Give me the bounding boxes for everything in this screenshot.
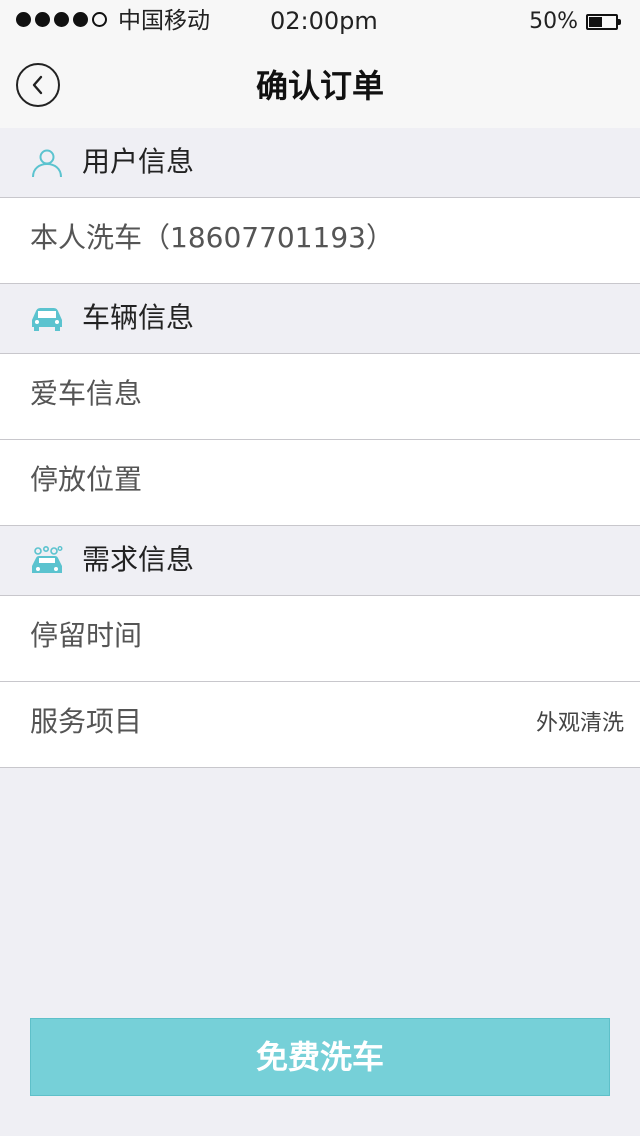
signal-strength-indicator xyxy=(16,12,107,27)
signal-dot xyxy=(16,12,31,27)
free-wash-button[interactable]: 免费洗车 xyxy=(30,1018,610,1096)
car-info-row[interactable]: 爱车信息 xyxy=(0,354,640,440)
row-label: 爱车信息 xyxy=(30,377,143,410)
user-contact-row[interactable]: 本人洗车（18607701193） xyxy=(0,198,640,284)
battery-tip xyxy=(618,19,621,25)
navigation-bar: 确认订单 xyxy=(0,44,640,128)
section-title: 用户信息 xyxy=(82,145,195,178)
row-label: 停放位置 xyxy=(30,463,143,496)
section-title: 需求信息 xyxy=(82,543,195,576)
row-label: 本人洗车（18607701193） xyxy=(30,221,394,254)
signal-dot xyxy=(92,12,107,27)
status-bar: 中国移动 02:00pm 50% xyxy=(0,0,640,44)
signal-dot xyxy=(54,12,69,27)
parking-location-row[interactable]: 停放位置 xyxy=(0,440,640,526)
page-title: 确认订单 xyxy=(255,67,384,105)
car-icon xyxy=(30,304,64,334)
stay-time-row[interactable]: 停留时间 xyxy=(0,596,640,682)
section-title: 车辆信息 xyxy=(82,301,195,334)
battery-icon xyxy=(586,14,621,30)
signal-dot xyxy=(73,12,88,27)
battery-level xyxy=(589,17,602,27)
service-item-row[interactable]: 服务项目 外观清洗 xyxy=(0,682,640,768)
signal-dot xyxy=(35,12,50,27)
order-form: 用户信息 本人洗车（18607701193） 车辆信息 爱车信息 停放位置 需求… xyxy=(0,128,640,768)
battery-percentage: 50% xyxy=(529,9,578,34)
status-time: 02:00pm xyxy=(270,7,378,35)
section-header-requirement: 需求信息 xyxy=(0,526,640,596)
row-label: 停留时间 xyxy=(30,619,143,652)
carrier-name: 中国移动 xyxy=(118,8,210,34)
row-value: 外观清洗 xyxy=(535,711,624,736)
section-header-vehicle: 车辆信息 xyxy=(0,284,640,354)
section-header-user: 用户信息 xyxy=(0,128,640,198)
car-wash-icon xyxy=(30,546,64,576)
row-label: 服务项目 xyxy=(30,705,143,738)
user-icon xyxy=(30,148,64,178)
